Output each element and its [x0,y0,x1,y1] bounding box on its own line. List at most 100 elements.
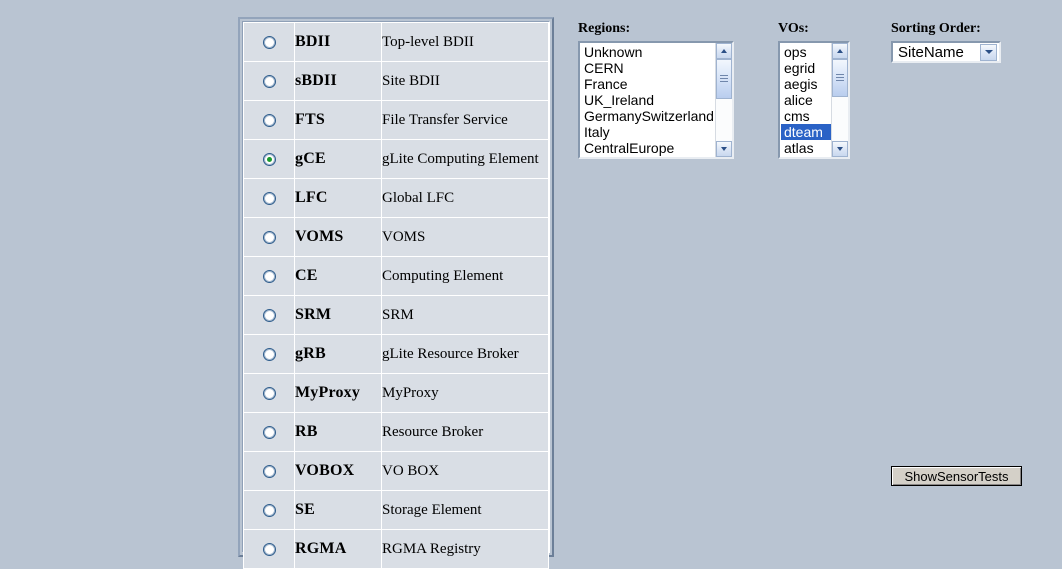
service-description: File Transfer Service [381,100,549,140]
service-description: MyProxy [381,373,549,413]
service-code: gRB [294,334,382,374]
scroll-up-arrow-icon[interactable] [716,43,732,59]
regions-scroll-thumb[interactable] [716,59,732,99]
radio-button-ce[interactable] [262,269,276,283]
service-code: RB [294,412,382,452]
service-description: Storage Element [381,490,549,530]
service-description: SRM [381,295,549,335]
service-code: CE [294,256,382,296]
radio-button-grb[interactable] [262,347,276,361]
service-code: VOMS [294,217,382,257]
service-radio-cell[interactable] [243,490,295,530]
radio-button-rb[interactable] [262,425,276,439]
service-radio-cell[interactable] [243,451,295,491]
show-sensor-tests-button[interactable]: ShowSensorTests [891,466,1022,486]
service-description: VOMS [381,217,549,257]
chevron-down-icon[interactable] [980,43,997,61]
table-row[interactable]: sBDII Site BDII [243,61,549,101]
table-row[interactable]: RGMA RGMA Registry [243,529,549,569]
list-item[interactable]: GermanySwitzerland [581,108,715,124]
table-row[interactable]: MyProxy MyProxy [243,373,549,413]
service-radio-cell[interactable] [243,22,295,62]
sorting-order-select[interactable]: SiteName [891,41,1001,63]
regions-scroll-track[interactable] [716,59,732,141]
table-row[interactable]: VOMS VOMS [243,217,549,257]
radio-button-bdii[interactable] [262,35,276,49]
radio-button-lfc[interactable] [262,191,276,205]
radio-button-sbdii[interactable] [262,74,276,88]
vos-scrollbar[interactable] [831,43,848,157]
table-row[interactable]: VOBOX VO BOX [243,451,549,491]
list-item[interactable]: ops [781,44,831,60]
vos-scroll-thumb[interactable] [832,59,848,97]
radio-button-fts[interactable] [262,113,276,127]
service-code: FTS [294,100,382,140]
service-radio-cell[interactable] [243,373,295,413]
list-item[interactable]: alice [781,92,831,108]
table-row[interactable]: RB Resource Broker [243,412,549,452]
service-code: MyProxy [294,373,382,413]
service-type-table: BDII Top-level BDII sBDII Site BDII FTS File … [243,22,549,569]
list-item[interactable]: France [581,76,715,92]
list-item[interactable]: Unknown [581,44,715,60]
vos-label: VOs: [778,21,809,36]
table-row[interactable]: SRM SRM [243,295,549,335]
radio-button-vobox[interactable] [262,464,276,478]
service-code: LFC [294,178,382,218]
service-radio-cell[interactable] [243,61,295,101]
service-code: BDII [294,22,382,62]
regions-scrollbar[interactable] [715,43,732,157]
table-row[interactable]: FTS File Transfer Service [243,100,549,140]
service-code: SE [294,490,382,530]
radio-button-gce[interactable] [262,152,276,166]
service-radio-cell[interactable] [243,334,295,374]
service-code: gCE [294,139,382,179]
list-item[interactable]: aegis [781,76,831,92]
service-code: VOBOX [294,451,382,491]
table-row[interactable]: LFC Global LFC [243,178,549,218]
service-description: VO BOX [381,451,549,491]
list-item[interactable]: CentralEurope [581,140,715,156]
service-radio-cell[interactable] [243,100,295,140]
service-description: gLite Computing Element [381,139,549,179]
vos-listbox[interactable]: ops egrid aegis alice cms dteam atlas [778,41,850,159]
list-item[interactable]: CERN [581,60,715,76]
table-row[interactable]: CE Computing Element [243,256,549,296]
service-code: RGMA [294,529,382,569]
table-row[interactable]: SE Storage Element [243,490,549,530]
service-radio-cell[interactable] [243,256,295,296]
service-radio-cell[interactable] [243,529,295,569]
service-code: SRM [294,295,382,335]
vos-options[interactable]: ops egrid aegis alice cms dteam atlas [780,43,831,157]
table-row[interactable]: BDII Top-level BDII [243,22,549,62]
radio-button-rgma[interactable] [262,542,276,556]
list-item[interactable]: atlas [781,140,831,156]
list-item[interactable]: UK_Ireland [581,92,715,108]
service-radio-cell[interactable] [243,178,295,218]
radio-button-se[interactable] [262,503,276,517]
table-row[interactable]: gRB gLite Resource Broker [243,334,549,374]
list-item[interactable]: egrid [781,60,831,76]
list-item[interactable]: Italy [581,124,715,140]
scroll-down-arrow-icon[interactable] [716,141,732,157]
service-description: Site BDII [381,61,549,101]
service-radio-cell[interactable] [243,217,295,257]
regions-options[interactable]: Unknown CERN France UK_Ireland GermanySwitze… [580,43,715,157]
radio-button-srm[interactable] [262,308,276,322]
service-radio-cell[interactable] [243,412,295,452]
service-radio-cell[interactable] [243,295,295,335]
list-item[interactable]: dteam [781,124,831,140]
list-item[interactable]: cms [781,108,831,124]
scroll-down-arrow-icon[interactable] [832,141,848,157]
radio-button-voms[interactable] [262,230,276,244]
scroll-up-arrow-icon[interactable] [832,43,848,59]
vos-scroll-track[interactable] [832,59,848,141]
service-description: RGMA Registry [381,529,549,569]
sorting-order-value: SiteName [898,43,964,61]
table-row[interactable]: gCE gLite Computing Element [243,139,549,179]
service-radio-cell[interactable] [243,139,295,179]
vos-group: VOs: ops egrid aegis alice cms dteam atlas [778,21,850,159]
radio-button-myproxy[interactable] [262,386,276,400]
sorting-order-group: Sorting Order: SiteName [891,21,1001,63]
regions-listbox[interactable]: Unknown CERN France UK_Ireland GermanySwitze… [578,41,734,159]
